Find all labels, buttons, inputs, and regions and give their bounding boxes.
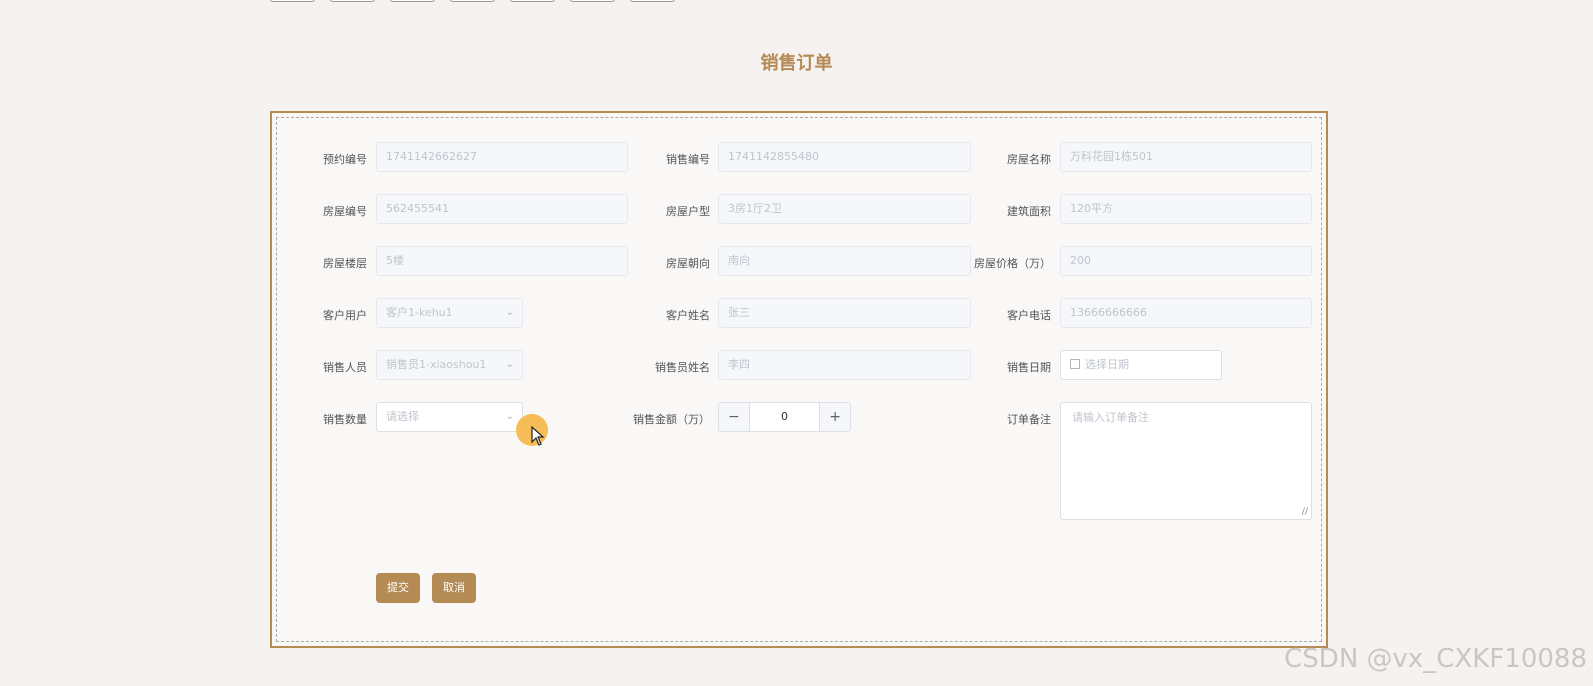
customer-phone-label: 客户电话 [1007, 309, 1051, 322]
house-name-field[interactable]: 万科花园1栋501 [1060, 142, 1312, 172]
booking-no-label: 预约编号 [323, 153, 367, 166]
calendar-icon [1070, 359, 1080, 369]
chevron-down-icon: ⌄ [505, 359, 514, 370]
salesperson-name-label: 销售员姓名 [655, 361, 710, 374]
sale-no-field[interactable]: 1741142855480 [718, 142, 971, 172]
remark-placeholder: 请输入订单备注 [1072, 411, 1149, 424]
house-name-label: 房屋名称 [1007, 153, 1051, 166]
customer-user-value: 客户1-kehu1 [386, 306, 453, 319]
quantity-select[interactable]: 请选择 ⌄ [376, 402, 523, 432]
top-tab[interactable] [630, 0, 675, 2]
floor-label: 房屋楼层 [323, 257, 367, 270]
price-label: 房屋价格（万） [974, 257, 1051, 270]
area-field[interactable]: 120平方 [1060, 194, 1312, 224]
sale-date-placeholder: 选择日期 [1085, 358, 1129, 371]
plus-icon[interactable]: + [819, 403, 850, 431]
customer-user-select[interactable]: 客户1-kehu1 ⌄ [376, 298, 523, 328]
amount-value[interactable]: 0 [750, 403, 819, 431]
top-tabs [270, 0, 675, 2]
booking-no-field[interactable]: 1741142662627 [376, 142, 628, 172]
salesperson-value: 销售员1-xiaoshou1 [386, 358, 487, 371]
watermark: CSDN @vx_CXKF10088 [1284, 644, 1587, 674]
cancel-button[interactable]: 取消 [432, 573, 476, 603]
sale-date-label: 销售日期 [1007, 361, 1051, 374]
salesperson-select[interactable]: 销售员1-xiaoshou1 ⌄ [376, 350, 523, 380]
salesperson-name-field[interactable]: 李四 [718, 350, 971, 380]
price-field[interactable]: 200 [1060, 246, 1312, 276]
area-label: 建筑面积 [1007, 205, 1051, 218]
quantity-label: 销售数量 [323, 413, 367, 426]
top-tab[interactable] [570, 0, 615, 2]
salesperson-label: 销售人员 [323, 361, 367, 374]
house-type-label: 房屋户型 [666, 205, 710, 218]
top-tab[interactable] [390, 0, 435, 2]
house-no-label: 房屋编号 [323, 205, 367, 218]
floor-field[interactable]: 5楼 [376, 246, 628, 276]
house-no-field[interactable]: 562455541 [376, 194, 628, 224]
resize-handle-icon[interactable]: ∕∕ [1302, 507, 1308, 517]
chevron-down-icon: ⌄ [505, 307, 514, 318]
sale-no-label: 销售编号 [666, 153, 710, 166]
customer-phone-field[interactable]: 13666666666 [1060, 298, 1312, 328]
orientation-field[interactable]: 南向 [718, 246, 971, 276]
remark-label: 订单备注 [1007, 413, 1051, 426]
customer-user-label: 客户用户 [323, 309, 367, 322]
chevron-down-icon: ⌄ [505, 411, 514, 422]
customer-name-field[interactable]: 张三 [718, 298, 971, 328]
sale-date-picker[interactable]: 选择日期 [1060, 350, 1222, 380]
top-tab[interactable] [270, 0, 315, 2]
amount-label: 销售金额（万） [633, 413, 710, 426]
mouse-cursor-icon [531, 426, 545, 446]
submit-button[interactable]: 提交 [376, 573, 420, 603]
quantity-placeholder: 请选择 [386, 410, 419, 423]
house-type-field[interactable]: 3房1厅2卫 [718, 194, 971, 224]
remark-textarea[interactable]: 请输入订单备注 ∕∕ [1060, 402, 1312, 520]
top-tab[interactable] [510, 0, 555, 2]
page-title: 销售订单 [760, 53, 833, 74]
amount-stepper[interactable]: − 0 + [718, 402, 851, 432]
top-tab[interactable] [450, 0, 495, 2]
minus-icon[interactable]: − [719, 403, 750, 431]
top-tab[interactable] [330, 0, 375, 2]
customer-name-label: 客户姓名 [666, 309, 710, 322]
orientation-label: 房屋朝向 [666, 257, 710, 270]
